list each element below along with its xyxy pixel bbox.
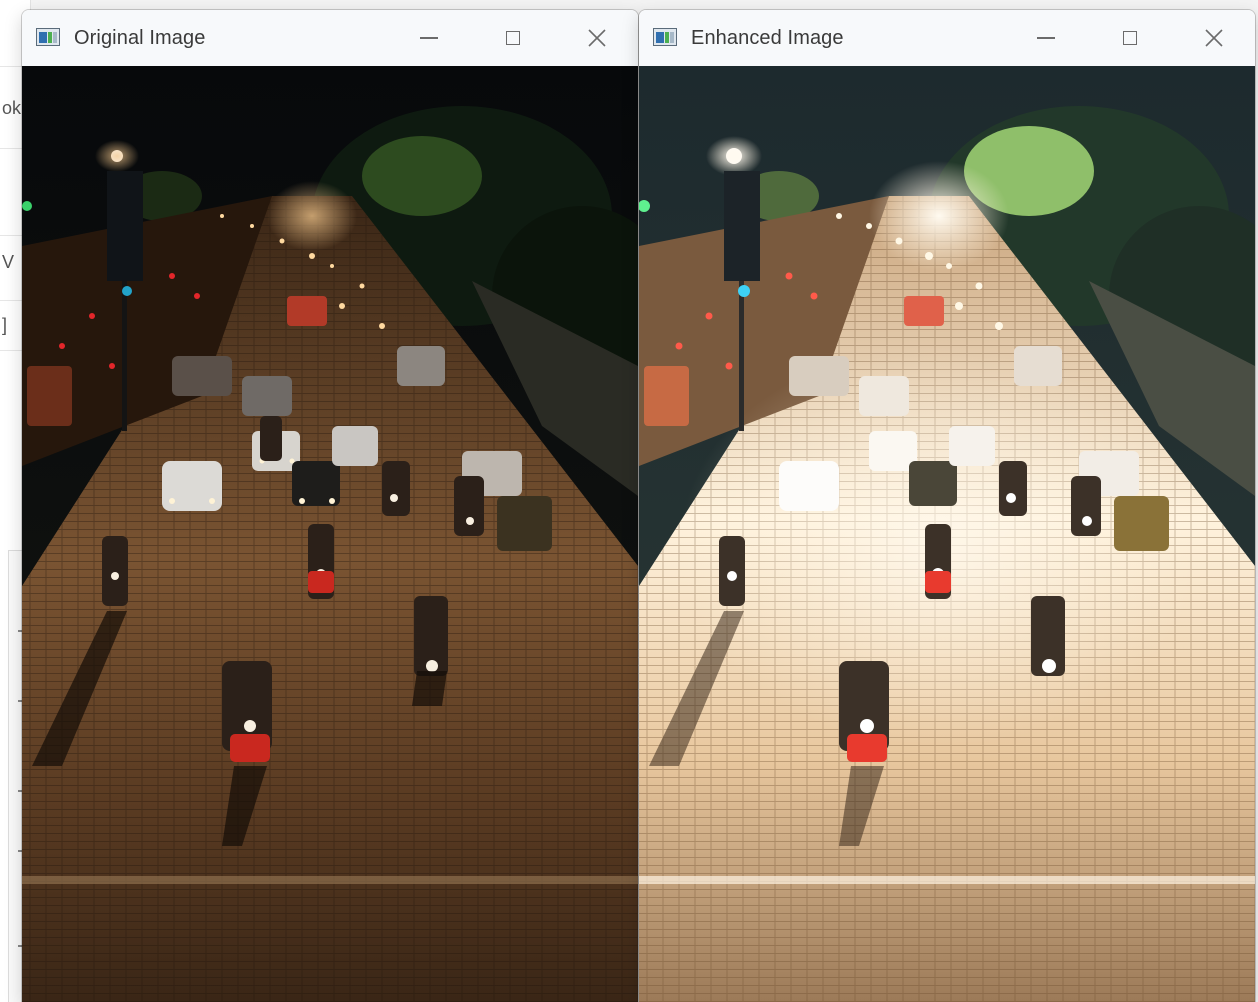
enhanced-street-photo xyxy=(639,66,1255,1002)
close-button[interactable] xyxy=(1185,10,1243,66)
title-bar[interactable]: Enhanced Image xyxy=(639,10,1255,66)
app-window-icon xyxy=(653,28,679,48)
window-title: Enhanced Image xyxy=(691,26,844,49)
minimize-button[interactable] xyxy=(1017,10,1075,66)
maximize-icon xyxy=(1123,31,1137,45)
background-text-fragment: ok xyxy=(2,98,22,118)
close-button[interactable] xyxy=(568,10,626,66)
app-window-icon xyxy=(36,28,62,48)
maximize-icon xyxy=(506,31,520,45)
close-icon xyxy=(1205,29,1223,47)
maximize-button[interactable] xyxy=(1101,10,1159,66)
original-image-window[interactable]: Original Image xyxy=(22,10,638,1002)
minimize-icon xyxy=(1037,37,1055,39)
enhanced-image-canvas xyxy=(639,66,1255,1002)
minimize-button[interactable] xyxy=(400,10,458,66)
title-bar[interactable]: Original Image xyxy=(22,10,638,66)
background-text-fragment: V xyxy=(2,252,15,272)
maximize-button[interactable] xyxy=(484,10,542,66)
original-image-canvas xyxy=(22,66,638,1002)
minimize-icon xyxy=(420,37,438,39)
desktop: ok V ] Original Image Enhanced Image xyxy=(0,0,1258,1002)
window-title: Original Image xyxy=(74,26,206,49)
enhanced-image-window[interactable]: Enhanced Image xyxy=(639,10,1255,1002)
background-text-fragment: ] xyxy=(2,315,8,335)
close-icon xyxy=(588,29,606,47)
original-street-photo xyxy=(22,66,638,1002)
